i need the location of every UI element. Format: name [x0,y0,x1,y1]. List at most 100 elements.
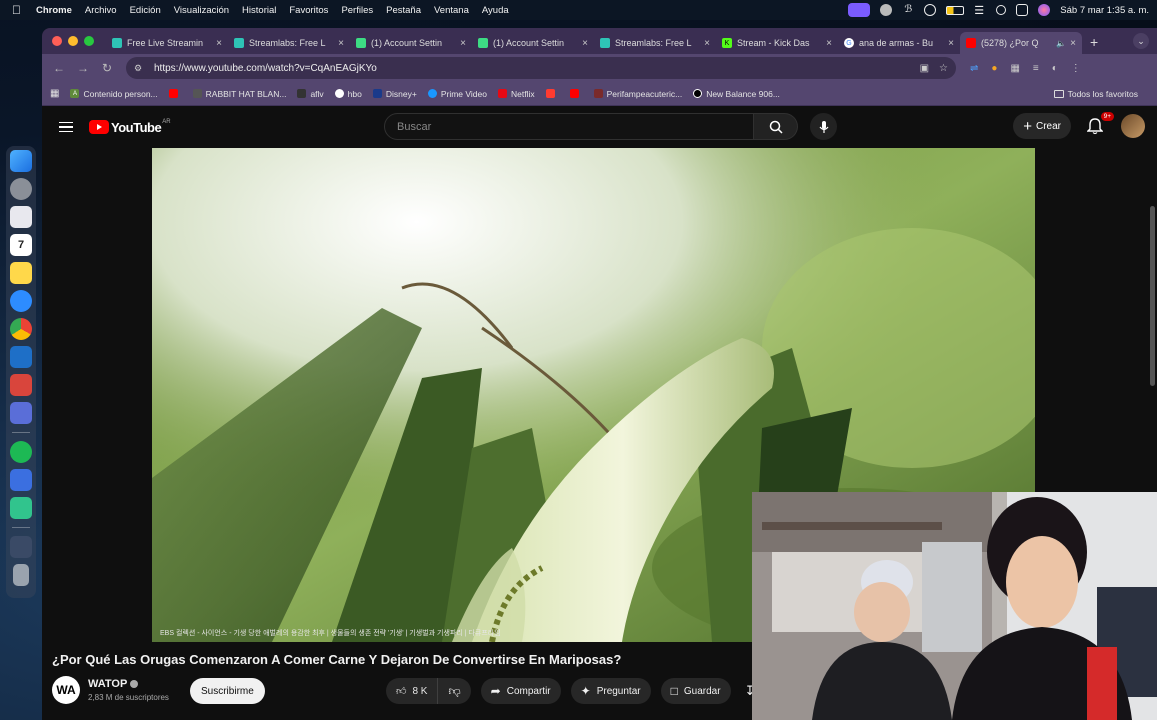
finder-icon[interactable] [10,150,32,172]
menu-edicion[interactable]: Edición [130,5,161,16]
menu-hamburger-icon[interactable] [59,121,73,133]
tab-free-live-streaming[interactable]: Free Live Streamin × [106,32,228,54]
launchpad-icon[interactable] [10,206,32,228]
like-button[interactable]: 👍︎ 8 K [386,678,439,704]
menu-visualizacion[interactable]: Visualización [174,5,229,16]
site-info-icon[interactable]: ⚙ [134,63,146,74]
bookmark-unnamed-1[interactable] [545,89,559,98]
channel-name[interactable]: WATOP [88,678,139,690]
tab-account-settings-2[interactable]: (1) Account Settin × [472,32,594,54]
tab-account-settings-1[interactable]: (1) Account Settin × [350,32,472,54]
safari-icon[interactable] [10,290,32,312]
close-tab-icon[interactable]: × [704,38,710,49]
tab-kick-dashboard[interactable]: K Stream - Kick Das × [716,32,838,54]
menu-app-name[interactable]: Chrome [36,5,72,16]
bookmark-prime-video[interactable]: Prime Video [427,89,487,99]
spotlight-icon[interactable] [996,5,1007,15]
screen-record-icon[interactable] [848,3,871,17]
user-avatar[interactable] [1121,114,1145,138]
apps-grid-icon[interactable]: ▦ [50,88,59,99]
calendar-icon[interactable]: 7 [10,234,32,256]
wifi-icon[interactable]: ☰ [974,4,986,17]
bookmark-netflix[interactable]: Netflix [497,89,535,99]
reading-list-icon[interactable]: ≡ [1033,63,1039,74]
menu-archivo[interactable]: Archivo [85,5,117,16]
extensions-puzzle-icon[interactable]: ▦ [1010,63,1019,74]
menu-ayuda[interactable]: Ayuda [482,5,509,16]
create-button[interactable]: + Crear [1013,113,1071,139]
close-tab-icon[interactable]: × [948,38,954,49]
battery-icon[interactable] [946,5,965,15]
notifications-button[interactable]: 9+ [1086,112,1114,135]
subscribe-button[interactable]: Suscribirme [190,678,265,704]
youtube-logo[interactable]: YouTube AR [89,119,171,135]
tab-youtube-active[interactable]: (5278) ¿Por Q 🔈 × [960,32,1082,54]
tab-streamlabs-1[interactable]: Streamlabs: Free L × [228,32,350,54]
url-text[interactable]: https://www.youtube.com/watch?v=CqAnEAGj… [154,63,910,74]
profile-icon[interactable]: ◐ [1052,63,1058,74]
close-tab-icon[interactable]: × [460,38,466,49]
siri-icon[interactable] [1038,4,1051,16]
menu-pestana[interactable]: Pestaña [386,5,421,16]
menu-favoritos[interactable]: Favoritos [289,5,328,16]
tab-search-button[interactable]: ⌄ [1133,33,1149,49]
vscode-icon[interactable] [10,346,32,368]
ask-button[interactable]: ✦ Preguntar [570,678,651,704]
close-tab-icon[interactable]: × [338,38,344,49]
all-bookmarks-folder[interactable]: Todos los favoritos [1053,89,1138,99]
bookmark-hbo[interactable]: hbo [334,89,362,99]
close-tab-icon[interactable]: × [216,38,222,49]
bookmark-disney[interactable]: Disney+ [372,89,417,99]
channel-avatar[interactable]: WA [52,676,80,704]
control-center-icon[interactable] [1016,4,1029,16]
toolbox-icon[interactable] [10,374,32,396]
spotify-icon[interactable] [10,441,32,463]
files-icon[interactable] [10,402,32,424]
speaker-icon[interactable]: 🔈 [1056,39,1066,48]
bookmark-contenido[interactable]: A Contenido person... [70,89,158,99]
page-scrollbar[interactable] [1150,206,1155,386]
chrome-icon[interactable] [10,318,32,340]
save-button[interactable]: □ Guardar [660,678,731,704]
close-tab-icon[interactable]: × [826,38,832,49]
notes-icon[interactable] [10,262,32,284]
search-input[interactable]: Buscar [384,113,754,140]
address-bar[interactable]: ⚙ https://www.youtube.com/watch?v=CqAnEA… [126,57,956,79]
tab-google-search[interactable]: G ana de armas - Bu × [838,32,960,54]
trash-icon[interactable] [13,564,29,586]
tab-streamlabs-2[interactable]: Streamlabs: Free L × [594,32,716,54]
search-button[interactable] [754,113,798,140]
menu-clock[interactable]: Sáb 7 mar 1:35 a. m. [1060,5,1149,16]
dislike-button[interactable]: 👎︎ [438,678,470,704]
maximize-window-button[interactable] [84,36,94,46]
chrome-menu-icon[interactable]: ⋮ [1071,63,1081,74]
bluetooth-icon[interactable]: ℬ [902,4,914,16]
play-icon[interactable] [924,4,937,16]
reload-button[interactable]: ↻ [98,61,116,75]
settings-icon[interactable] [10,178,32,200]
voice-search-button[interactable] [810,113,837,140]
cast-icon[interactable]: ▣ [920,63,929,74]
bookmark-youtube-2[interactable] [569,89,583,98]
menu-perfiles[interactable]: Perfiles [341,5,373,16]
close-window-button[interactable] [52,36,62,46]
forward-button[interactable]: → [74,61,92,75]
new-tab-button[interactable]: + [1090,34,1098,50]
bookmark-youtube[interactable] [168,89,182,98]
honey-extension-icon[interactable]: ● [991,63,997,74]
bookmark-new-balance[interactable]: New Balance 906... [693,89,780,99]
translate-extension-icon[interactable]: ⇌ [970,63,978,74]
apple-icon[interactable]:  [12,3,26,17]
close-tab-icon[interactable]: × [582,38,588,49]
streamlabs-icon[interactable] [10,469,32,491]
back-button[interactable]: ← [50,61,68,75]
bookmark-rabbit-hat[interactable]: RABBIT HAT BLAN... [192,89,286,99]
close-tab-icon[interactable]: × [1070,38,1076,49]
minimize-window-button[interactable] [68,36,78,46]
downloads-icon[interactable] [10,536,32,558]
share-button[interactable]: ➦ Compartir [480,678,561,704]
bookmark-perifampeacuteric[interactable]: Perifampeacuteric... [593,89,682,99]
menu-ventana[interactable]: Ventana [434,5,469,16]
bookmark-star-icon[interactable]: ☆ [939,63,948,74]
extension-icon[interactable] [880,4,893,16]
